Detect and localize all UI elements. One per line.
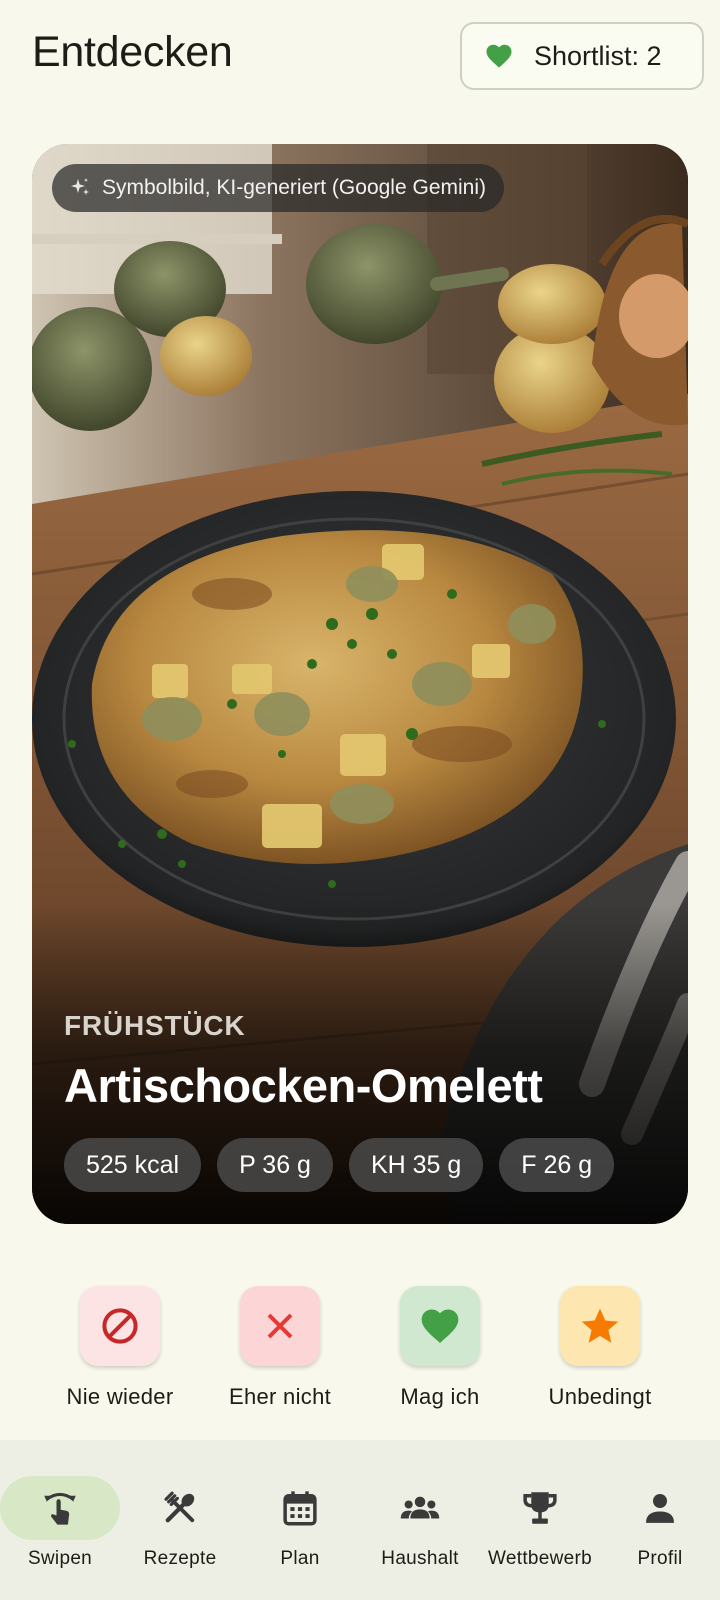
- recipe-name: Artischocken-Omelett: [64, 1059, 543, 1112]
- recipe-card[interactable]: Symbolbild, KI-generiert (Google Gemini)…: [32, 144, 688, 1224]
- nav-item-swipen[interactable]: Swipen: [0, 1476, 120, 1570]
- shortlist-label: Shortlist: 2: [534, 40, 662, 71]
- swipe-icon: [44, 1492, 76, 1525]
- group-icon: [400, 1496, 440, 1519]
- utensils-icon: [164, 1491, 195, 1523]
- nav-item-haushalt[interactable]: Haushalt: [360, 1476, 480, 1570]
- nie-wieder-label: Nie wieder: [66, 1384, 174, 1409]
- macro-chip-kcal: 525 kcal: [64, 1138, 202, 1192]
- nav-label-wettbewerb: Wettbewerb: [487, 1548, 593, 1569]
- action-mag-ich[interactable]: Mag ich: [360, 1286, 520, 1410]
- block-icon: [102, 1308, 138, 1344]
- macro-chip-carbs: KH 35 g: [348, 1138, 484, 1192]
- macro-chip-protein: P 36 g: [217, 1138, 333, 1192]
- macro-chips: 525 kcal P 36 g KH 35 g F 26 g: [64, 1138, 615, 1192]
- mag-ich-label: Mag ich: [400, 1384, 480, 1409]
- trophy-icon: [523, 1492, 557, 1524]
- action-eher-nicht[interactable]: Eher nicht: [200, 1286, 360, 1410]
- nav-label-rezepte: Rezepte: [143, 1548, 217, 1569]
- swipe-actions: Nie wieder Eher nicht Mag ich Unbedingt: [0, 1286, 720, 1416]
- calendar-icon: [283, 1491, 317, 1526]
- nav-label-haushalt: Haushalt: [381, 1548, 459, 1569]
- nav-item-wettbewerb[interactable]: Wettbewerb: [480, 1476, 600, 1570]
- macro-chip-fat: F 26 g: [499, 1138, 615, 1192]
- shortlist-button[interactable]: Shortlist: 2: [460, 22, 704, 90]
- heart-icon: [421, 1309, 459, 1344]
- action-nie-wieder[interactable]: Nie wieder: [40, 1286, 200, 1410]
- nav-label-swipen: Swipen: [27, 1548, 93, 1569]
- nav-active-indicator: [0, 1476, 120, 1540]
- ai-generated-badge: Symbolbild, KI-generiert (Google Gemini): [52, 164, 504, 212]
- page-title: Entdecken: [32, 28, 233, 76]
- eher-nicht-label: Eher nicht: [228, 1384, 332, 1409]
- star-icon: [581, 1308, 619, 1343]
- unbedingt-label: Unbedingt: [548, 1384, 652, 1409]
- nav-label-plan: Plan: [280, 1548, 320, 1569]
- eher-nicht-button[interactable]: [240, 1286, 320, 1366]
- nav-item-rezepte[interactable]: Rezepte: [120, 1476, 240, 1570]
- heart-icon: [486, 44, 512, 68]
- person-icon: [646, 1494, 674, 1523]
- meal-type: FRÜHSTÜCK: [64, 1010, 246, 1041]
- sparkle-icon: [71, 178, 89, 195]
- nie-wieder-button[interactable]: [80, 1286, 160, 1366]
- bottom-navigation: Swipen Rezepte Plan Haushalt Wettbewerb …: [0, 1440, 720, 1600]
- nav-item-plan[interactable]: Plan: [240, 1476, 360, 1570]
- nav-item-profil[interactable]: Profil: [600, 1476, 720, 1570]
- action-unbedingt[interactable]: Unbedingt: [520, 1286, 680, 1410]
- nav-label-profil: Profil: [637, 1548, 683, 1569]
- ai-badge-label: Symbolbild, KI-generiert (Google Gemini): [102, 176, 486, 199]
- mag-ich-button[interactable]: [400, 1286, 480, 1366]
- close-icon: [267, 1313, 293, 1339]
- unbedingt-button[interactable]: [560, 1286, 640, 1366]
